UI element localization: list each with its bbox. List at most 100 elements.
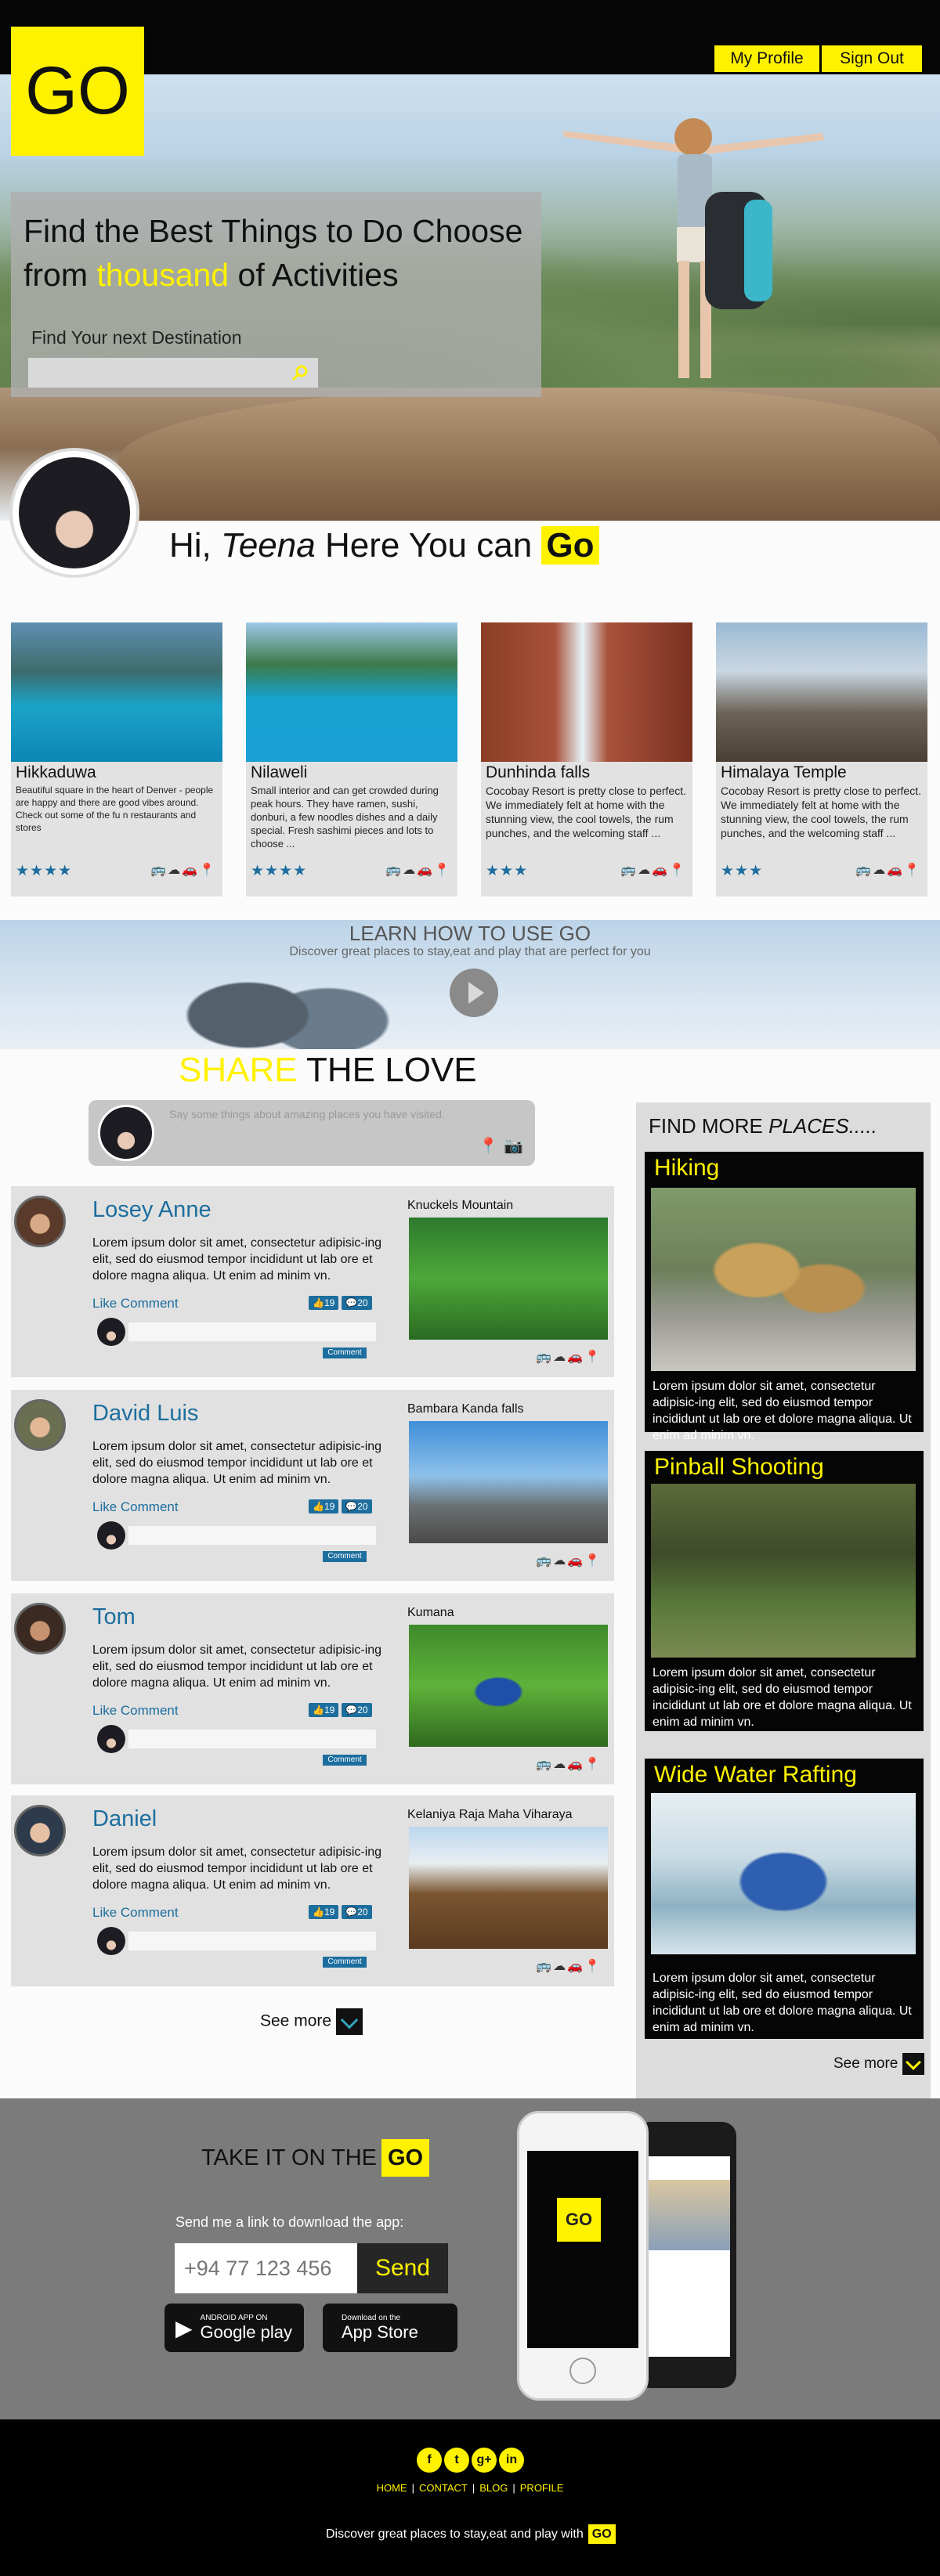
destination-search-input[interactable] [28, 358, 318, 388]
destination-card[interactable]: Hikkaduwa Beautiful square in the heart … [11, 622, 222, 897]
destination-card[interactable]: Dunhinda falls Cocobay Resort is pretty … [481, 622, 692, 897]
post-author-name[interactable]: Losey Anne [92, 1197, 212, 1223]
comment-input[interactable] [128, 1526, 376, 1545]
footer: f t g+ in HOME | CONTACT | BLOG | PROFILE Disc… [0, 2419, 940, 2576]
place-text: Lorem ipsum dolor sit amet, consectetur … [653, 1972, 912, 2034]
place-card[interactable]: Hiking Lorem ipsum dolor sit amet, conse… [645, 1152, 924, 1442]
amenity-icons: 🚌☁🚗📍 [536, 1351, 602, 1364]
post-image[interactable] [409, 1421, 608, 1543]
post-place: Bambara Kanda falls [407, 1402, 524, 1416]
go-logo[interactable]: GO [11, 27, 144, 156]
find-more-places-sidebar: FIND MORE PLACES..... Hiking Lorem ipsum… [636, 1102, 931, 2098]
logo-text: GO [25, 53, 130, 128]
comment-button[interactable]: Comment [323, 1755, 367, 1766]
user-avatar[interactable] [9, 448, 139, 578]
post-author-avatar[interactable] [14, 1805, 66, 1856]
footer-contact-link[interactable]: CONTACT [419, 2482, 468, 2494]
card-title: Hikkaduwa [16, 763, 96, 781]
place-text: Lorem ipsum dolor sit amet, consectetur … [653, 1666, 912, 1729]
destination-card[interactable]: Nilaweli Small interior and can get crow… [246, 622, 457, 897]
see-more-posts[interactable]: See more [260, 2008, 363, 2035]
card-title: Nilaweli [251, 763, 308, 781]
search-icon[interactable] [291, 364, 309, 381]
comment-button[interactable]: Comment [323, 1551, 367, 1562]
comment-button[interactable]: Comment [323, 1348, 367, 1358]
like-comment-links[interactable]: Like Comment [92, 1296, 179, 1311]
rating-stars: ★★★ [721, 863, 764, 879]
search-panel: Find the Best Things to Do Choose from t… [11, 192, 541, 397]
google-play-button[interactable]: ▶ ANDROID APP ON Google play [164, 2304, 304, 2352]
camera-icon[interactable]: 📷 [504, 1136, 523, 1156]
place-text: Lorem ipsum dolor sit amet, consectetur … [653, 1380, 912, 1442]
comment-input[interactable] [128, 1730, 376, 1748]
comment-input[interactable] [128, 1322, 376, 1341]
share-heading: SHARE THE LOVE [179, 1051, 477, 1089]
post-image[interactable] [409, 1218, 608, 1340]
amenity-icons: 🚌☁🚗📍 [150, 864, 216, 877]
linkedin-icon[interactable]: in [499, 2448, 524, 2473]
app-store-button[interactable]: Download on the App Store [323, 2304, 457, 2352]
amenity-icons: 🚌☁🚗📍 [855, 864, 921, 877]
post-counters: 👍19 💬20 [309, 1703, 375, 1717]
footer-profile-link[interactable]: PROFILE [520, 2482, 564, 2494]
destination-card[interactable]: Himalaya Temple Cocobay Resort is pretty… [716, 622, 927, 897]
comment-button[interactable]: Comment [323, 1957, 367, 1968]
card-image [11, 622, 222, 762]
amenity-icons: 🚌☁🚗📍 [536, 1758, 602, 1771]
post-text: Lorem ipsum dolor sit amet, consectetur … [92, 1643, 382, 1690]
place-title: Hiking [654, 1155, 720, 1181]
send-button[interactable]: Send [357, 2243, 448, 2293]
post-author-name[interactable]: Daniel [92, 1806, 157, 1832]
traveler-image [562, 118, 824, 378]
place-image [651, 1793, 916, 1954]
like-comment-links[interactable]: Like Comment [92, 1703, 179, 1719]
google-play-icon: ▶ [175, 2315, 193, 2340]
place-title: Wide Water Rafting [654, 1762, 857, 1788]
see-more-places[interactable]: See more [833, 2053, 925, 2075]
card-title: Himalaya Temple [721, 763, 847, 781]
footer-home-link[interactable]: HOME [377, 2482, 407, 2494]
card-text: Cocobay Resort is pretty close to perfec… [486, 785, 686, 839]
post-author-avatar[interactable] [14, 1603, 66, 1654]
commenter-avatar [97, 1927, 125, 1955]
place-card[interactable]: Wide Water Rafting Lorem ipsum dolor sit… [645, 1759, 924, 2039]
chevron-down-icon[interactable] [336, 2008, 363, 2035]
post-image[interactable] [409, 1827, 608, 1949]
post-author-name[interactable]: David Luis [92, 1401, 198, 1427]
card-image [481, 622, 692, 762]
commenter-avatar [97, 1725, 125, 1753]
footer-blog-link[interactable]: BLOG [479, 2482, 508, 2494]
place-card[interactable]: Pinball Shooting Lorem ipsum dolor sit a… [645, 1451, 924, 1731]
google-plus-icon[interactable]: g+ [472, 2448, 497, 2473]
facebook-icon[interactable]: f [417, 2448, 442, 2473]
card-title: Dunhinda falls [486, 763, 591, 781]
play-video-icon[interactable] [450, 969, 498, 1017]
sign-out-button[interactable]: Sign Out [822, 45, 922, 72]
twitter-icon[interactable]: t [444, 2448, 469, 2473]
commenter-avatar [97, 1318, 125, 1346]
post-author-avatar[interactable] [14, 1196, 66, 1247]
chevron-down-icon[interactable] [902, 2053, 925, 2075]
hero-title: Find the Best Things to Do Choose from t… [24, 213, 523, 293]
post-text: Lorem ipsum dolor sit amet, consectetur … [92, 1440, 382, 1486]
phone-go-logo: GO [557, 2198, 601, 2242]
share-input[interactable]: Say some things about amazing places you… [169, 1108, 445, 1120]
sidebar-title: FIND MORE PLACES..... [649, 1114, 877, 1138]
my-profile-button[interactable]: My Profile [714, 45, 819, 72]
post-image[interactable] [409, 1625, 608, 1747]
card-text: Cocobay Resort is pretty close to perfec… [721, 785, 921, 839]
post-text: Lorem ipsum dolor sit amet, consectetur … [92, 1236, 382, 1283]
share-post-box[interactable]: Say some things about amazing places you… [89, 1100, 535, 1166]
comment-input[interactable] [128, 1932, 376, 1950]
like-comment-links[interactable]: Like Comment [92, 1905, 179, 1921]
like-comment-links[interactable]: Like Comment [92, 1499, 179, 1515]
amenity-icons: 🚌☁🚗📍 [536, 1554, 602, 1568]
location-icon[interactable]: 📍 [479, 1136, 498, 1156]
post-author-name[interactable]: Tom [92, 1604, 136, 1630]
phone-number-input[interactable] [175, 2243, 357, 2293]
post-counters: 👍19 💬20 [309, 1499, 375, 1513]
post-place: Kumana [407, 1606, 454, 1619]
card-image [246, 622, 457, 762]
feed-post: Tom Lorem ipsum dolor sit amet, consecte… [11, 1593, 614, 1784]
post-author-avatar[interactable] [14, 1399, 66, 1451]
